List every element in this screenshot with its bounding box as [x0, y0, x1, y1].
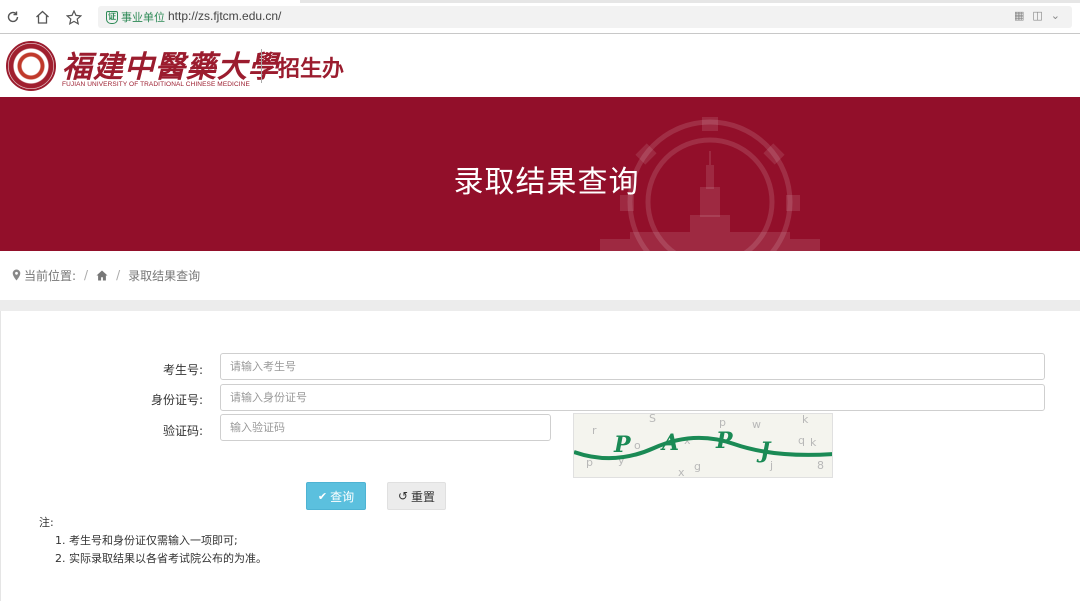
school-emblem-logo[interactable]: [6, 41, 56, 91]
exam-no-input[interactable]: 请输入考生号: [220, 353, 1045, 380]
reset-button[interactable]: ↺ 重置: [387, 482, 446, 510]
school-name-cn[interactable]: 福建中醫藥大學: [62, 42, 279, 86]
breadcrumb-home-icon[interactable]: [96, 270, 108, 281]
exam-no-label: 考生号:: [162, 363, 203, 377]
browser-toolbar: 证 事业单位 http://zs.fjtcm.edu.cn/ ▦ ◫ ⌄: [0, 0, 1080, 34]
svg-text:P: P: [613, 432, 632, 458]
page-action-icon[interactable]: ◫: [1032, 9, 1042, 22]
department-title: 招生办: [278, 57, 345, 82]
captcha-image[interactable]: rSx pwk kpy gj8 xqo P A P J: [573, 413, 833, 478]
svg-text:g: g: [694, 460, 701, 473]
breadcrumb-separator: /: [84, 268, 89, 282]
svg-text:k: k: [810, 436, 817, 449]
svg-text:k: k: [802, 414, 809, 426]
cert-label: 事业单位: [121, 11, 165, 24]
chevron-down-icon[interactable]: ⌄: [1051, 9, 1060, 22]
reset-button-label: 重置: [411, 489, 436, 504]
svg-text:P: P: [715, 428, 734, 454]
svg-text:8: 8: [817, 459, 824, 472]
svg-text:w: w: [752, 418, 761, 431]
page-banner: 录取结果查询: [0, 97, 1080, 251]
notes-list: 1. 考生号和身份证仅需输入一项即可; 2. 实际录取结果以各省考试院公布的为准…: [39, 532, 267, 568]
svg-text:r: r: [592, 424, 597, 437]
id-number-input[interactable]: 请输入身份证号: [220, 384, 1045, 411]
tab-strip-edge: [300, 0, 1080, 3]
url-text[interactable]: http://zs.fjtcm.edu.cn/: [168, 9, 281, 23]
notes-section: 注: 1. 考生号和身份证仅需输入一项即可; 2. 实际录取结果以各省考试院公布…: [39, 514, 267, 568]
breadcrumb-current-page: 录取结果查询: [128, 268, 201, 283]
bookmark-star-icon[interactable]: [64, 7, 84, 27]
banner-title: 录取结果查询: [453, 165, 640, 200]
reset-undo-icon: ↺: [397, 489, 409, 503]
cert-shield-icon: 证: [106, 10, 118, 24]
captcha-label: 验证码:: [162, 424, 203, 438]
location-pin-icon: [12, 269, 21, 281]
site-header: 福建中醫藥大學 FUJIAN UNIVERSITY OF TRADITIONAL…: [0, 35, 1080, 97]
breadcrumb: 当前位置: / / 录取结果查询: [12, 266, 200, 284]
school-name-en: FUJIAN UNIVERSITY OF TRADITIONAL CHINESE…: [62, 81, 250, 88]
query-button[interactable]: ✔ 查询: [306, 482, 366, 510]
header-divider: [261, 49, 262, 83]
address-bar-actions: ▦ ◫ ⌄: [1014, 9, 1060, 22]
qr-code-icon[interactable]: ▦: [1014, 9, 1024, 22]
id-number-label: 身份证号:: [150, 393, 203, 407]
certificate-badge[interactable]: 证 事业单位: [106, 9, 165, 25]
svg-text:x: x: [678, 466, 685, 478]
captcha-noise-graphic: rSx pwk kp y gj8 xqo P A P J: [574, 414, 832, 478]
address-bar[interactable]: 证 事业单位 http://zs.fjtcm.edu.cn/ ▦ ◫ ⌄: [98, 6, 1072, 28]
svg-text:S: S: [649, 414, 656, 425]
query-button-label: 查询: [330, 489, 355, 504]
svg-text:o: o: [634, 439, 641, 452]
svg-text:q: q: [798, 434, 805, 447]
reload-icon[interactable]: [3, 7, 23, 27]
check-icon: ✔: [317, 489, 328, 503]
svg-text:A: A: [660, 430, 679, 456]
home-icon[interactable]: [32, 7, 52, 27]
note-item: 2. 实际录取结果以各省考试院公布的为准。: [55, 552, 267, 565]
breadcrumb-location-label: 当前位置:: [24, 268, 77, 283]
notes-title: 注:: [39, 516, 54, 529]
note-item: 1. 考生号和身份证仅需输入一项即可;: [55, 534, 238, 547]
captcha-input[interactable]: 输入验证码: [220, 414, 551, 441]
breadcrumb-separator: /: [116, 268, 121, 282]
section-divider-band: [0, 300, 1080, 311]
